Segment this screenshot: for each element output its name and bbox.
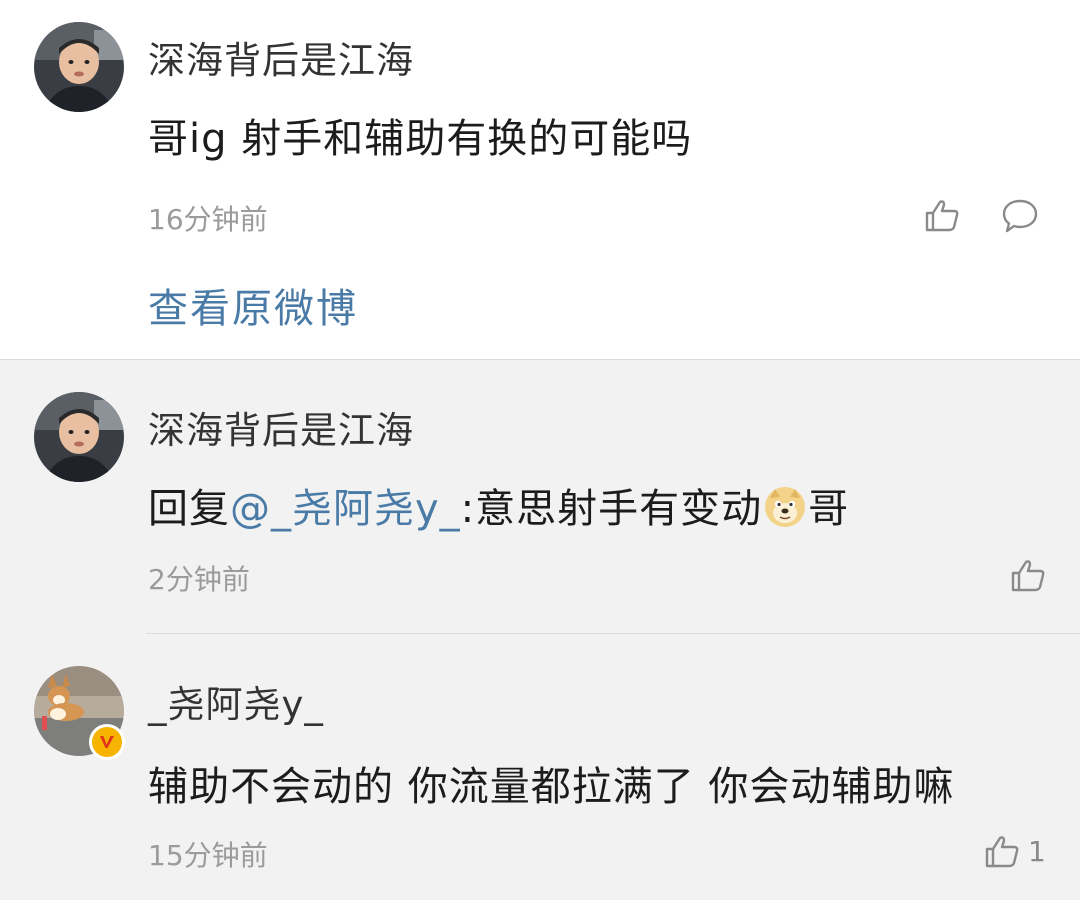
avatar[interactable] (34, 22, 124, 112)
comment-text: 哥ig 射手和辅助有换的可能吗 (148, 116, 693, 162)
thumbs-up-icon (1011, 560, 1045, 592)
timestamp: 2分钟前 (148, 563, 250, 596)
comment-card: _尧阿尧y_ 辅助不会动的 你流量都拉满了 你会动辅助嘛 15分钟前 1 (0, 634, 1080, 900)
comment-bubble-icon (1002, 199, 1038, 233)
child-photo-icon (34, 22, 124, 112)
mention-link[interactable]: @_尧阿尧y_ (230, 486, 461, 532)
verified-v-icon (89, 724, 125, 760)
like-button[interactable] (1008, 556, 1048, 596)
comment-card: 深海背后是江海 哥ig 射手和辅助有换的可能吗 16分钟前 查看原微博 (0, 0, 1080, 360)
thumbs-up-icon (925, 200, 959, 232)
view-original-weibo-link[interactable]: 查看原微博 (148, 276, 358, 334)
timestamp: 16分钟前 (148, 203, 268, 236)
like-button[interactable] (922, 196, 962, 236)
username[interactable]: _尧阿尧y_ (148, 674, 324, 728)
reply-button[interactable] (1000, 196, 1040, 236)
child-photo-icon (34, 392, 124, 482)
comment-card: 深海背后是江海 回复@_尧阿尧y_:意思射手有变动 哥 2分钟前 (0, 360, 1080, 634)
comment-text: 辅助不会动的 你流量都拉满了 你会动辅助嘛 (148, 764, 955, 810)
reply-body: :意思射手有变动 (460, 486, 763, 532)
like-button[interactable] (982, 832, 1022, 872)
thumbs-up-icon (985, 836, 1019, 868)
reply-prefix: 回复 (148, 486, 230, 532)
doge-emoji-icon (764, 486, 806, 528)
username[interactable]: 深海背后是江海 (148, 400, 414, 454)
reply-suffix: 哥 (808, 486, 850, 532)
username[interactable]: 深海背后是江海 (148, 30, 414, 84)
reply-text: 回复@_尧阿尧y_:意思射手有变动 哥 (148, 476, 849, 534)
avatar[interactable] (34, 392, 124, 482)
like-count: 1 (1028, 835, 1046, 868)
timestamp: 15分钟前 (148, 839, 268, 872)
